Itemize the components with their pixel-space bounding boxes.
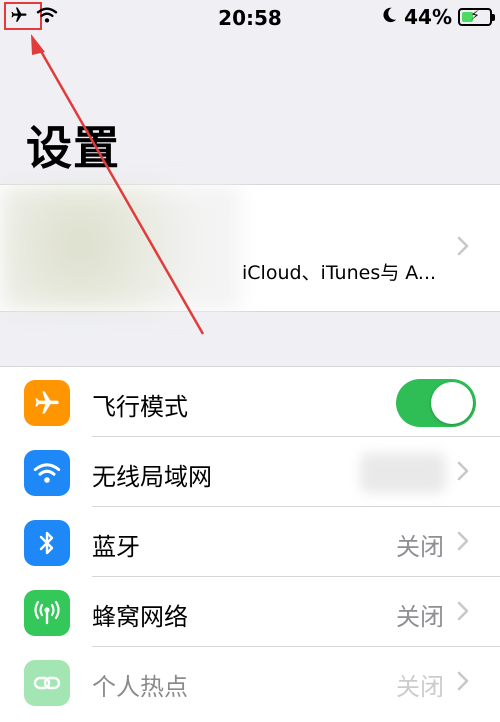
settings-row-value: 关闭 <box>396 673 444 701</box>
settings-row-bluetooth[interactable]: 蓝牙 关闭 <box>0 507 500 577</box>
settings-row-airplane-mode[interactable]: 飞行模式 <box>0 367 500 437</box>
profile-subtitle: iCloud、iTunes与 A... <box>242 262 437 284</box>
settings-list: 飞行模式 无线局域网 蓝牙 关闭 蜂窝网络 关闭 个人热点 关闭 <box>0 366 500 722</box>
cellular-icon <box>24 590 70 636</box>
chevron-right-icon <box>457 601 469 625</box>
battery-charging-icon: ⚡ <box>458 8 495 26</box>
status-right: 44% ⚡ <box>380 5 495 29</box>
settings-row-value: 关闭 <box>396 603 444 631</box>
bolt-icon: ⚡ <box>470 8 480 24</box>
page-title: 设置 <box>26 121 120 175</box>
airplane-icon <box>24 380 70 426</box>
airplane-mode-toggle[interactable] <box>396 379 476 427</box>
chevron-right-icon <box>457 531 469 555</box>
settings-row-label: 无线局域网 <box>92 463 212 491</box>
moon-icon <box>380 5 398 29</box>
wifi-icon <box>24 450 70 496</box>
profile-avatar-blurred <box>0 185 240 311</box>
toggle-knob <box>431 382 473 424</box>
settings-row-cellular[interactable]: 蜂窝网络 关闭 <box>0 577 500 647</box>
settings-row-label: 蓝牙 <box>92 533 140 561</box>
battery-percent: 44% <box>404 5 452 29</box>
annotation-arrowhead <box>31 34 45 55</box>
bluetooth-icon <box>24 520 70 566</box>
chevron-right-icon <box>457 236 469 260</box>
hotspot-icon <box>24 660 70 706</box>
wifi-network-name-blurred <box>360 453 446 493</box>
settings-row-personal-hotspot[interactable]: 个人热点 关闭 <box>0 647 500 717</box>
settings-row-wifi[interactable]: 无线局域网 <box>0 437 500 507</box>
chevron-right-icon <box>457 461 469 485</box>
settings-row-label: 个人热点 <box>92 673 188 701</box>
settings-row-value: 关闭 <box>396 533 444 561</box>
chevron-right-icon <box>457 671 469 695</box>
settings-row-label: 飞行模式 <box>92 393 188 421</box>
profile-card[interactable] <box>0 184 500 312</box>
status-bar: 20:58 44% ⚡ <box>0 0 500 34</box>
settings-row-label: 蜂窝网络 <box>92 603 188 631</box>
